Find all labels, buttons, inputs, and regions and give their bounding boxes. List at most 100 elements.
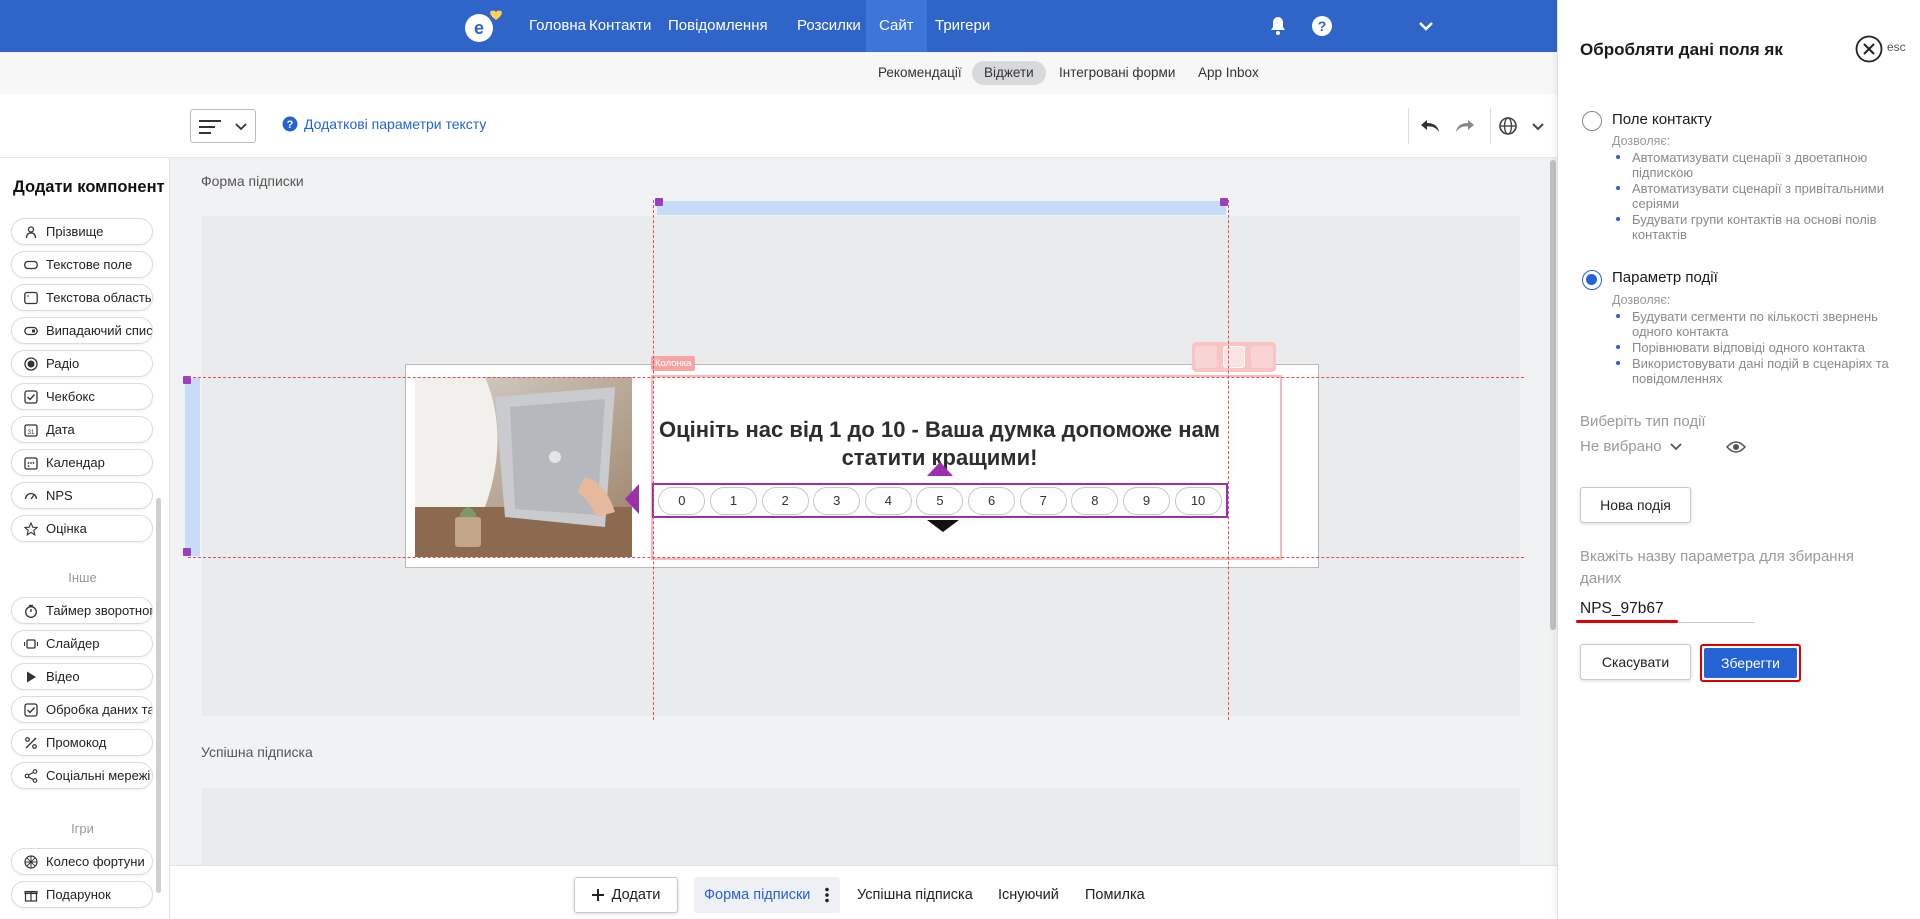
option-contact-field-label: Поле контакту <box>1612 111 1712 128</box>
tab-success-subscription[interactable]: Успішна підписка <box>847 877 983 913</box>
move-left-arrow-icon[interactable] <box>625 484 639 514</box>
nps-option-5[interactable]: 5 <box>916 486 964 515</box>
tab-error[interactable]: Помилка <box>1075 877 1155 913</box>
benefit-item: Будувати групи контактів на основі полів… <box>1612 212 1897 242</box>
logo-icon[interactable]: e <box>462 8 502 44</box>
nps-option-4[interactable]: 4 <box>864 486 912 515</box>
globe-icon[interactable] <box>1496 114 1520 138</box>
nps-option-10[interactable]: 10 <box>1174 486 1222 515</box>
nps-option-3[interactable]: 3 <box>813 486 861 515</box>
component-label: Дата <box>46 422 75 437</box>
add-step-button[interactable]: Додати <box>574 877 678 913</box>
component-radio[interactable]: Радіо <box>11 350 153 377</box>
more-vertical-icon[interactable] <box>824 887 830 903</box>
textfield-icon <box>24 260 38 269</box>
option-allows-label: Дозволяє: <box>1612 134 1671 148</box>
component-surname[interactable]: Прізвище <box>11 218 153 245</box>
redo-icon[interactable] <box>1453 114 1477 138</box>
component-text-field[interactable]: Текстове поле <box>11 251 153 278</box>
component-checkbox[interactable]: Чекбокс <box>11 383 153 410</box>
sub-navigation: Рекомендації Віджети Інтегровані форми A… <box>0 52 1557 94</box>
component-video[interactable]: Відео <box>11 663 153 690</box>
nav-item-triggers[interactable]: Тригери <box>922 0 1003 52</box>
nps-option-7[interactable]: 7 <box>1019 486 1067 515</box>
chevron-down-icon <box>235 123 247 131</box>
tab-existing[interactable]: Існуючий <box>988 877 1069 913</box>
canvas-scrollbar-thumb[interactable] <box>1550 160 1556 630</box>
cancel-button[interactable]: Скасувати <box>1580 644 1691 680</box>
undo-icon[interactable] <box>1418 114 1442 138</box>
resize-handle[interactable] <box>183 548 191 556</box>
play-icon <box>27 671 36 682</box>
selection-bar-left[interactable] <box>185 378 200 556</box>
nav-item-messages[interactable]: Повідомлення <box>655 0 781 52</box>
event-type-select[interactable]: Не вибрано <box>1580 438 1682 455</box>
align-left-button[interactable] <box>1195 346 1217 368</box>
component-nps[interactable]: NPS <box>11 482 153 509</box>
close-icon[interactable] <box>1855 35 1883 63</box>
nps-option-1[interactable]: 1 <box>709 486 757 515</box>
align-center-button[interactable] <box>1223 346 1245 368</box>
nps-scale[interactable]: 0 1 2 3 4 5 6 7 8 9 10 <box>652 483 1228 518</box>
component-calendar[interactable]: Календар <box>11 449 153 476</box>
align-right-button[interactable] <box>1251 346 1273 368</box>
form-section-label: Форма підписки <box>201 173 304 189</box>
guide-line <box>1228 200 1229 720</box>
component-text-area[interactable]: Текстова область <box>11 284 153 311</box>
chevron-down-icon <box>1669 442 1682 450</box>
save-button[interactable]: Зберегти <box>1704 648 1797 678</box>
component-social[interactable]: Соціальні мережі <box>11 762 153 789</box>
component-fortune-wheel[interactable]: Колесо фортуни <box>11 848 153 875</box>
component-slider[interactable]: Слайдер <box>11 630 153 657</box>
component-label: Подарунок <box>46 887 111 902</box>
subnav-item-integrated-forms[interactable]: Інтегровані форми <box>1047 61 1187 85</box>
radio-contact-field[interactable] <box>1582 111 1602 131</box>
component-gift[interactable]: Подарунок <box>11 881 153 908</box>
component-dropdown[interactable]: Випадаючий список <box>11 317 153 344</box>
nps-option-9[interactable]: 9 <box>1122 486 1170 515</box>
component-data-processing[interactable]: Обробка даних та згода <box>11 696 153 723</box>
move-up-arrow-icon[interactable] <box>927 462 953 476</box>
nps-option-6[interactable]: 6 <box>968 486 1016 515</box>
component-panel-title: Додати компонент <box>13 178 165 196</box>
checkbox-icon <box>24 702 38 717</box>
bell-icon[interactable] <box>1266 14 1290 38</box>
component-countdown-timer[interactable]: Таймер зворотного відліку <box>11 597 153 624</box>
chevron-down-icon[interactable] <box>1414 14 1438 38</box>
option-event-parameter-label: Параметр події <box>1612 269 1718 286</box>
resize-handle[interactable] <box>1220 198 1228 206</box>
component-date[interactable]: 31 Дата <box>11 416 153 443</box>
section-games-label: Ігри <box>71 821 94 836</box>
nps-option-2[interactable]: 2 <box>761 486 809 515</box>
gift-icon <box>24 890 38 902</box>
canvas-scrollbar[interactable] <box>1549 158 1557 865</box>
tab-subscription-form[interactable]: Форма підписки <box>694 877 841 913</box>
nav-item-contacts[interactable]: Контакти <box>576 0 664 52</box>
component-panel-scrollbar[interactable] <box>156 498 161 893</box>
person-icon <box>25 225 37 238</box>
widget-image[interactable] <box>415 377 632 557</box>
component-rating[interactable]: Оцінка <box>11 515 153 542</box>
benefit-item: Порівнювати відповіді одного контакта <box>1612 340 1897 355</box>
new-event-button[interactable]: Нова подія <box>1580 487 1691 523</box>
subnav-item-widgets[interactable]: Віджети <box>972 61 1046 85</box>
component-promocode[interactable]: Промокод <box>11 729 153 756</box>
nav-item-site[interactable]: Сайт <box>866 0 927 52</box>
subnav-item-app-inbox[interactable]: App Inbox <box>1186 61 1271 85</box>
nps-option-0[interactable]: 0 <box>658 486 706 515</box>
move-down-arrow-icon[interactable] <box>927 520 959 534</box>
nps-option-8[interactable]: 8 <box>1071 486 1119 515</box>
help-icon[interactable]: ? <box>1310 14 1334 38</box>
eye-icon[interactable] <box>1726 439 1746 455</box>
text-align-select[interactable] <box>190 109 256 143</box>
subnav-item-recommendations[interactable]: Рекомендації <box>866 61 974 85</box>
svg-text:e: e <box>474 18 484 38</box>
success-section-label: Успішна підписка <box>201 744 313 760</box>
guide-line <box>188 377 1524 378</box>
extra-text-params-link[interactable]: ? Додаткові параметри тексту <box>282 116 486 132</box>
nav-item-campaigns[interactable]: Розсилки <box>784 0 874 52</box>
chevron-down-icon[interactable] <box>1526 114 1550 138</box>
resize-handle[interactable] <box>655 198 663 206</box>
radio-event-parameter[interactable] <box>1582 270 1602 290</box>
selection-bar-top[interactable] <box>657 201 1226 215</box>
